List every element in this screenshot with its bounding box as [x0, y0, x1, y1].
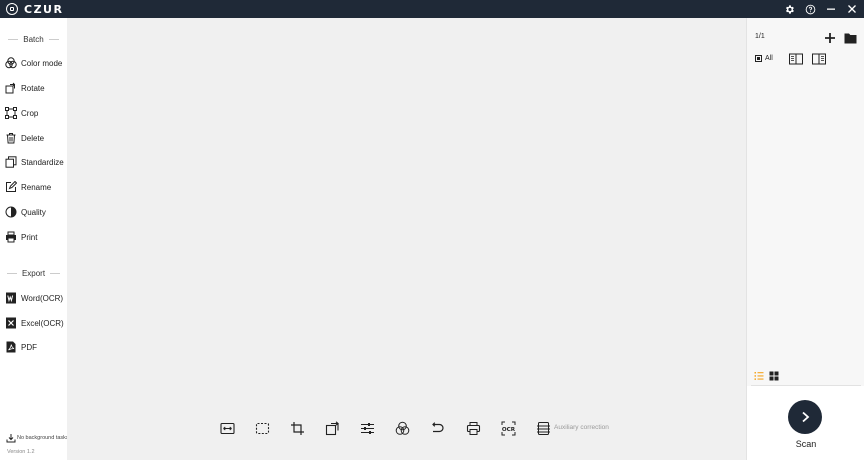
fit-width-button[interactable]	[219, 420, 235, 436]
auxiliary-correction-button[interactable]	[535, 420, 551, 436]
right-page-view-button[interactable]	[812, 52, 826, 66]
background-tasks-label: No background tasks	[17, 435, 69, 441]
sidebar-item-label: Word(OCR)	[21, 293, 64, 303]
version-label: Version 1.2	[7, 449, 35, 455]
printer-icon	[6, 231, 16, 243]
grid-view-icon	[769, 371, 779, 381]
add-page-button[interactable]	[823, 31, 837, 45]
left-page-icon	[789, 53, 803, 65]
app-name: CZUR	[24, 2, 64, 16]
sidebar-item-label: Print	[21, 232, 38, 242]
list-view-button[interactable]	[752, 369, 766, 383]
batch-heading: Batch	[0, 33, 67, 45]
word-icon	[6, 292, 16, 304]
logo-icon	[6, 3, 18, 15]
ocr-icon: OCR	[501, 421, 515, 435]
ocr-button[interactable]: OCR	[500, 420, 516, 436]
sidebar-item-label: Delete	[21, 133, 45, 143]
minimize-button[interactable]	[825, 3, 837, 15]
title-bar: CZUR	[0, 0, 864, 18]
page-count: 1/1	[755, 33, 765, 40]
excel-icon	[6, 317, 16, 329]
rotate-tool-button[interactable]	[324, 420, 340, 436]
download-icon	[6, 434, 16, 443]
background-tasks-status[interactable]: No background tasks	[6, 433, 69, 443]
fit-width-icon	[219, 422, 235, 434]
sidebar: Batch Color mode Rotate Crop Delete Stan…	[0, 18, 69, 460]
sidebar-item-label: Standardize	[21, 157, 64, 167]
sidebar-item-label: Rotate	[21, 83, 45, 93]
scan-label: Scan	[795, 439, 817, 449]
selection-button[interactable]	[254, 420, 270, 436]
checkbox-icon	[755, 55, 762, 62]
help-button[interactable]	[804, 3, 816, 15]
sidebar-item-word[interactable]: Word(OCR)	[5, 291, 63, 305]
sidebar-item-print[interactable]: Print	[5, 230, 37, 244]
auxiliary-correction-icon	[536, 421, 550, 435]
crop-icon	[5, 107, 17, 119]
quality-icon	[5, 206, 17, 218]
sidebar-item-rename[interactable]: Rename	[5, 180, 51, 194]
sidebar-item-label: PDF	[21, 342, 37, 352]
rotate-icon	[5, 82, 16, 94]
crop-tool-button[interactable]	[289, 420, 305, 436]
sidebar-item-label: Excel(OCR)	[21, 318, 64, 328]
right-panel: 1/1 All Scan	[746, 18, 864, 460]
left-page-view-button[interactable]	[789, 52, 803, 66]
adjust-button[interactable]	[359, 420, 375, 436]
sidebar-item-pdf[interactable]: PDF	[5, 340, 37, 354]
export-heading: Export	[0, 267, 67, 279]
pdf-icon	[6, 341, 16, 353]
help-icon	[805, 4, 815, 14]
sidebar-item-crop[interactable]: Crop	[5, 106, 38, 120]
print-button[interactable]	[465, 420, 481, 436]
color-mode-icon	[395, 421, 409, 435]
color-mode-tool-button[interactable]	[394, 420, 410, 436]
standardize-icon	[5, 156, 17, 168]
rename-icon	[6, 181, 17, 192]
sidebar-item-color-mode[interactable]: Color mode	[5, 56, 62, 70]
sidebar-item-delete[interactable]: Delete	[5, 131, 44, 145]
list-view-icon	[754, 372, 764, 380]
image-canvas[interactable]	[67, 18, 746, 460]
sidebar-item-label: Quality	[21, 207, 46, 217]
select-all-label: All	[765, 55, 773, 62]
auxiliary-correction-label[interactable]: Auxiliary correction	[554, 424, 609, 431]
sidebar-item-excel[interactable]: Excel(OCR)	[5, 316, 64, 330]
grid-view-button[interactable]	[767, 369, 781, 383]
select-all-checkbox[interactable]: All	[755, 55, 773, 62]
settings-button[interactable]	[783, 3, 795, 15]
crop-icon	[290, 421, 304, 435]
sidebar-item-label: Crop	[21, 108, 39, 118]
undo-button[interactable]	[429, 420, 445, 436]
sidebar-item-quality[interactable]: Quality	[5, 205, 46, 219]
close-button[interactable]	[846, 3, 858, 15]
color-mode-icon	[5, 57, 17, 69]
minimize-icon	[827, 8, 835, 10]
folder-icon	[844, 33, 856, 44]
sidebar-item-label: Rename	[21, 182, 52, 192]
rotate-icon	[325, 420, 339, 435]
print-icon	[466, 421, 480, 435]
sidebar-item-standardize[interactable]: Standardize	[5, 155, 64, 169]
gear-icon	[785, 4, 794, 14]
trash-icon	[6, 133, 16, 144]
right-page-icon	[812, 53, 826, 65]
app-logo: CZUR	[6, 3, 63, 16]
close-icon	[848, 5, 856, 13]
adjust-icon	[360, 422, 374, 434]
scan-button[interactable]	[788, 400, 822, 434]
sidebar-item-rotate[interactable]: Rotate	[5, 81, 45, 95]
sidebar-item-label: Color mode	[21, 58, 63, 68]
selection-icon	[255, 422, 269, 434]
scan-area: Scan	[747, 386, 864, 460]
open-folder-button[interactable]	[843, 31, 857, 45]
undo-icon	[431, 421, 444, 432]
ocr-icon-text: OCR	[501, 426, 515, 432]
plus-icon	[825, 33, 835, 43]
chevron-right-icon	[802, 411, 810, 423]
